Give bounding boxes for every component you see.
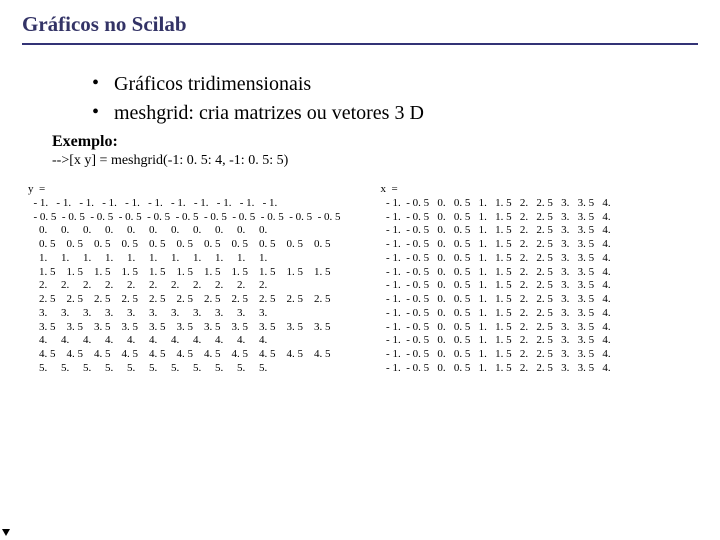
bullet-item: Gráficos tridimensionais [92,73,698,96]
matrix-area: y = - 1. - 1. - 1. - 1. - 1. - 1. - 1. -… [28,183,698,376]
y-values: - 1. - 1. - 1. - 1. - 1. - 1. - 1. - 1. … [28,197,341,374]
example-heading: Exemplo: [52,133,698,151]
down-arrow-icon [0,210,10,540]
x-label: x = [381,183,398,195]
example-command: -->[x y] = meshgrid(-1: 0. 5: 4, -1: 0. … [52,153,698,169]
slide-title: Gráficos no Scilab [22,12,698,41]
x-values: - 1. - 0. 5 0. 0. 5 1. 1. 5 2. 2. 5 3. 3… [381,197,611,374]
bullet-item: meshgrid: cria matrizes ou vetores 3 D [92,102,698,125]
x-matrix: x = - 1. - 0. 5 0. 0. 5 1. 1. 5 2. 2. 5 … [381,183,611,376]
slide: Gráficos no Scilab Gráficos tridimension… [0,0,720,376]
bullet-list: Gráficos tridimensionais meshgrid: cria … [52,73,698,125]
y-label: y = [28,183,45,195]
title-underline [22,43,698,45]
y-matrix: y = - 1. - 1. - 1. - 1. - 1. - 1. - 1. -… [28,183,341,376]
